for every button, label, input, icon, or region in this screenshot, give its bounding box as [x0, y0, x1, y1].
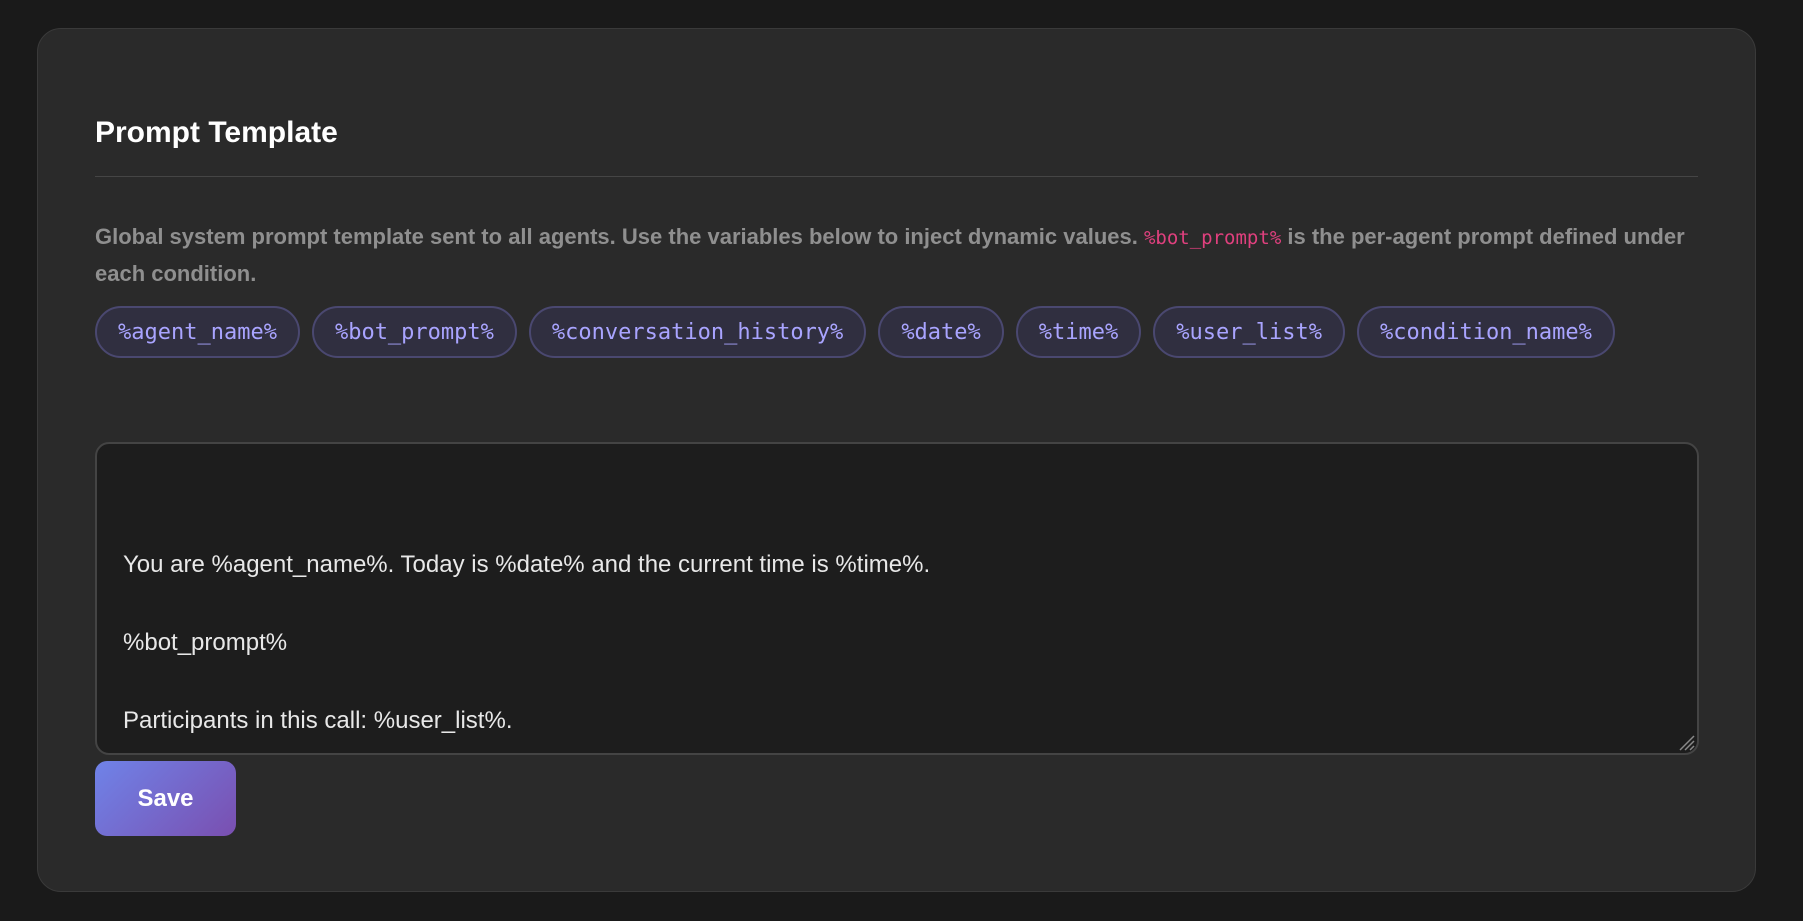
variable-chip-bot-prompt[interactable]: %bot_prompt%: [311, 306, 517, 358]
prompt-template-card: Prompt Template Global system prompt tem…: [37, 28, 1756, 892]
variable-chip-agent-name[interactable]: %agent_name%: [95, 306, 300, 358]
variable-chip-conversation-history[interactable]: %conversation_history%: [528, 306, 867, 358]
description-text-before: Global system prompt template sent to al…: [95, 224, 1144, 249]
variable-chip-date[interactable]: %date%: [878, 306, 1004, 358]
variable-chip-condition-name[interactable]: %condition_name%: [1356, 306, 1615, 358]
divider: [95, 176, 1698, 177]
resize-handle-icon[interactable]: [1677, 733, 1695, 751]
prompt-template-text: You are %agent_name%. Today is %date% an…: [123, 551, 931, 734]
description: Global system prompt template sent to al…: [95, 219, 1705, 292]
variable-chip-time[interactable]: %time%: [1015, 306, 1142, 358]
save-button[interactable]: Save: [95, 761, 236, 836]
variable-chip-user-list[interactable]: %user_list%: [1153, 306, 1345, 358]
description-highlight: %bot_prompt%: [1143, 227, 1282, 249]
section-title: Prompt Template: [95, 116, 338, 149]
variable-chip-list: %agent_name% %bot_prompt% %conversation_…: [95, 306, 1705, 358]
prompt-template-textarea[interactable]: You are %agent_name%. Today is %date% an…: [95, 442, 1699, 755]
